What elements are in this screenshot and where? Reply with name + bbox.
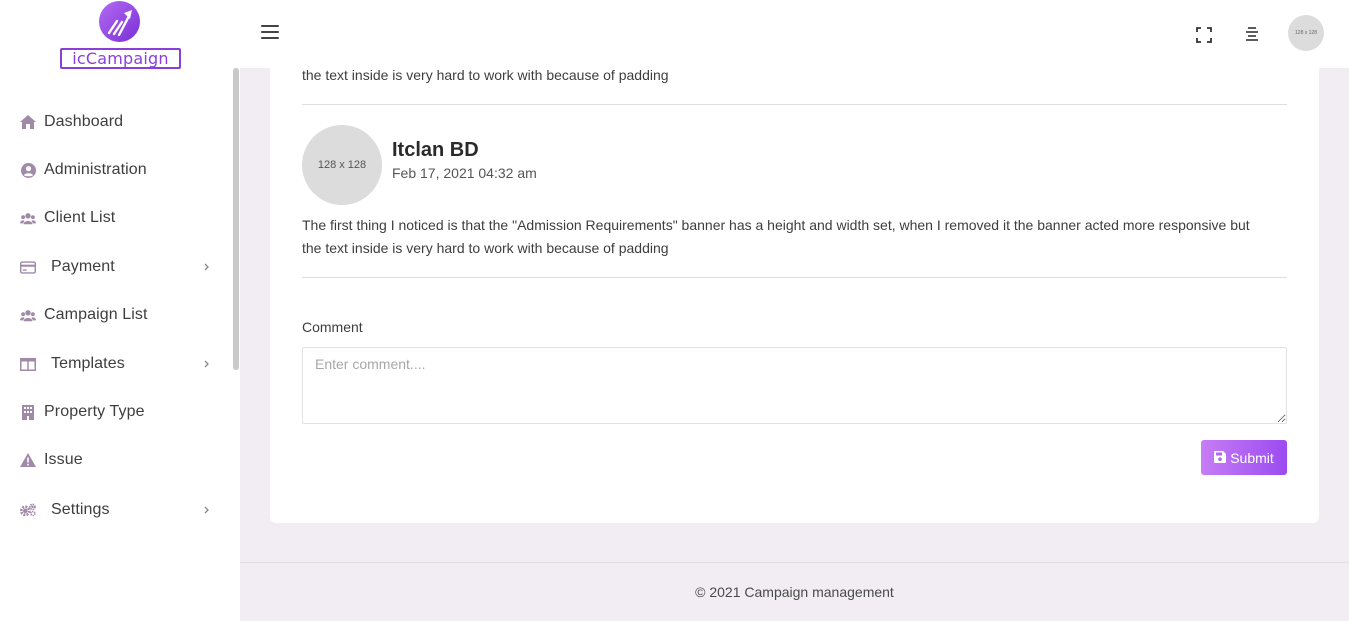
sidebar-item-label: Dashboard xyxy=(44,113,124,130)
comment-text-line-1: The first thing I noticed is that the "A… xyxy=(302,217,1250,233)
credit-card-icon xyxy=(20,259,36,275)
sidebar-item-label: Property Type xyxy=(44,403,145,420)
sidebar-item-label: Settings xyxy=(51,501,110,518)
building-icon xyxy=(20,404,36,420)
sidebar-item-label: Templates xyxy=(51,355,125,372)
save-icon xyxy=(1214,450,1227,466)
logo-text: icCampaign xyxy=(60,48,181,69)
sidebar-item-templates[interactable]: Templates xyxy=(0,344,232,384)
logo[interactable]: icCampaign xyxy=(60,0,181,70)
comment-text: the text inside is very hard to work wit… xyxy=(302,67,669,83)
logo-mark-icon xyxy=(99,1,140,42)
chevron-right-icon xyxy=(202,357,212,371)
align-center-icon[interactable] xyxy=(1244,26,1260,42)
comment-date: Feb 17, 2021 04:32 am xyxy=(392,165,537,181)
sidebar-scrollbar[interactable] xyxy=(233,68,239,370)
menu-toggle-icon[interactable] xyxy=(261,25,279,39)
submit-label: Submit xyxy=(1230,449,1274,466)
comment-author: Itclan BD xyxy=(392,139,479,161)
comment-text-line-2: the text inside is very hard to work wit… xyxy=(302,240,669,256)
warning-icon xyxy=(20,452,36,468)
sidebar-item-administration[interactable]: Administration xyxy=(0,150,232,190)
chevron-right-icon xyxy=(202,503,212,517)
chevron-right-icon xyxy=(202,260,212,274)
footer-divider xyxy=(240,562,1349,563)
sidebar-item-campaign-list[interactable]: Campaign List xyxy=(0,295,232,335)
fullscreen-icon[interactable] xyxy=(1196,27,1212,43)
sidebar-item-client-list[interactable]: Client List xyxy=(0,198,232,238)
submit-button[interactable]: Submit xyxy=(1201,440,1287,475)
user-circle-icon xyxy=(20,162,36,178)
sidebar-item-payment[interactable]: Payment xyxy=(0,247,232,287)
comment-avatar: 128 x 128 xyxy=(302,125,382,205)
sidebar: icCampaign Dashboard Administration Clie… xyxy=(0,0,240,621)
divider xyxy=(302,104,1287,105)
footer-text: © 2021 Campaign management xyxy=(695,584,894,600)
comment-label: Comment xyxy=(302,319,363,335)
sidebar-item-label: Issue xyxy=(44,451,83,468)
sidebar-item-label: Administration xyxy=(44,161,147,178)
cogs-icon xyxy=(20,502,36,518)
divider xyxy=(302,277,1287,278)
columns-icon xyxy=(20,356,36,372)
sidebar-item-issue[interactable]: Issue xyxy=(0,440,232,480)
user-avatar[interactable]: 128 x 128 xyxy=(1288,15,1324,51)
sidebar-item-dashboard[interactable]: Dashboard xyxy=(0,102,232,142)
sidebar-item-property-type[interactable]: Property Type xyxy=(0,392,232,432)
top-header: 128 x 128 xyxy=(240,0,1349,68)
sidebar-item-label: Campaign List xyxy=(44,306,148,323)
home-icon xyxy=(20,114,36,130)
users-icon xyxy=(20,210,36,226)
sidebar-item-settings[interactable]: Settings xyxy=(0,490,232,530)
users-icon xyxy=(20,307,36,323)
comment-input[interactable] xyxy=(302,347,1287,424)
comments-card: the text inside is very hard to work wit… xyxy=(270,67,1319,523)
sidebar-item-label: Client List xyxy=(44,209,116,226)
sidebar-item-label: Payment xyxy=(51,258,115,275)
